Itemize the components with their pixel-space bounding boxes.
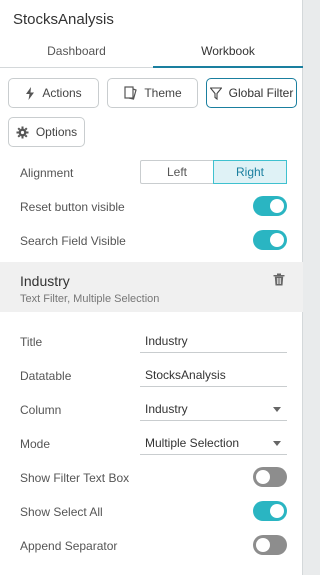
options-label: Options xyxy=(35,125,78,139)
append-separator-label: Append Separator xyxy=(20,539,118,553)
alignment-right-option[interactable]: Right xyxy=(213,160,287,184)
reset-button-visible-label: Reset button visible xyxy=(20,200,125,214)
options-button[interactable]: Options xyxy=(8,117,85,147)
theme-icon xyxy=(124,86,138,100)
toggle-knob xyxy=(256,470,270,484)
show-select-all-toggle[interactable] xyxy=(253,501,287,521)
reset-button-visible-toggle[interactable] xyxy=(253,196,287,216)
settings-panel: StocksAnalysis Dashboard Workbook Action… xyxy=(0,0,303,575)
filter-subtitle: Text Filter, Multiple Selection xyxy=(20,293,160,305)
show-filter-text-box-toggle[interactable] xyxy=(253,467,287,487)
actions-label: Actions xyxy=(42,86,82,100)
tab-dashboard[interactable]: Dashboard xyxy=(0,38,153,68)
theme-label: Theme xyxy=(144,86,182,100)
filter-icon xyxy=(209,86,222,100)
search-field-visible-label: Search Field Visible xyxy=(20,234,126,248)
column-value: Industry xyxy=(145,402,188,416)
show-filter-text-box-label: Show Filter Text Box xyxy=(20,471,130,485)
append-separator-toggle[interactable] xyxy=(253,535,287,555)
toggle-knob xyxy=(270,233,284,247)
chevron-down-icon xyxy=(273,407,281,412)
global-filter-button[interactable]: Global Filter xyxy=(206,78,297,108)
toggle-knob xyxy=(256,538,270,552)
app-title: StocksAnalysis xyxy=(13,11,114,28)
mode-value: Multiple Selection xyxy=(145,436,240,450)
column-dropdown[interactable]: Industry xyxy=(140,399,287,421)
mode-label: Mode xyxy=(20,437,51,451)
title-label: Title xyxy=(20,335,43,349)
gear-icon xyxy=(16,126,29,138)
filter-name: Industry xyxy=(20,273,70,289)
tab-workbook[interactable]: Workbook xyxy=(153,38,303,68)
datatable-label: Datatable xyxy=(20,369,72,383)
filter-section-header: Industry Text Filter, Multiple Selection xyxy=(0,262,303,312)
chevron-down-icon xyxy=(273,441,281,446)
column-label: Column xyxy=(20,403,62,417)
alignment-segmented-control: Left Right xyxy=(140,160,287,184)
alignment-label: Alignment xyxy=(20,166,74,180)
actions-button[interactable]: Actions xyxy=(8,78,99,108)
title-input[interactable]: Industry xyxy=(140,331,287,353)
global-filter-label: Global Filter xyxy=(228,86,294,100)
show-select-all-label: Show Select All xyxy=(20,505,103,519)
trash-icon[interactable] xyxy=(273,273,285,286)
datatable-input[interactable]: StocksAnalysis xyxy=(140,365,287,387)
toggle-knob xyxy=(270,504,284,518)
toggle-knob xyxy=(270,199,284,213)
tab-bar: Dashboard Workbook xyxy=(0,38,303,68)
search-field-visible-toggle[interactable] xyxy=(253,230,287,250)
lightning-icon xyxy=(26,86,35,100)
alignment-left-option[interactable]: Left xyxy=(141,161,213,183)
theme-button[interactable]: Theme xyxy=(107,78,198,108)
mode-dropdown[interactable]: Multiple Selection xyxy=(140,433,287,455)
